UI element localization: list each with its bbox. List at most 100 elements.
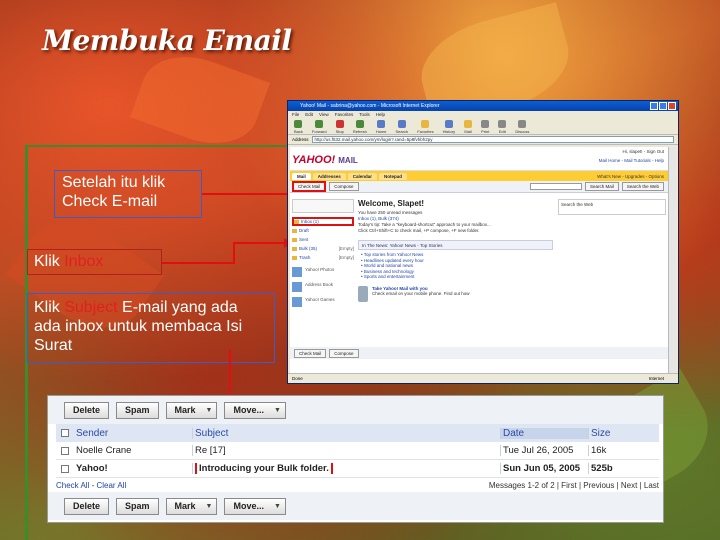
row-sender[interactable]: Yahoo! [74,463,192,474]
menu-file[interactable]: File [292,111,299,119]
yahoo-top-links[interactable]: Mail Home - Mail Tutorials - Help [599,158,664,164]
search-web-label: Search the Web [561,202,594,207]
search-button[interactable]: Search [396,119,408,134]
inbox-table-header: Sender Subject Date Size [56,424,659,442]
address-input[interactable]: http://us.f532.mail.yahoo.com/ym/login?.… [311,136,674,143]
forward-icon [315,119,324,128]
mark-label: Mark [174,500,196,511]
folder-icon [292,237,297,242]
callout-subject: Klik Subject E-mail yang ada ada inbox u… [27,293,275,363]
inbox-panel: Delete Spam Mark ▼ Move... ▼ Sender Subjec… [47,395,664,523]
folder-trash[interactable]: Trash [Empty] [292,253,354,262]
check-mail-button-bottom[interactable]: Check Mail [294,348,327,358]
ad-label: Address Book [305,282,334,287]
leaf-decoration [129,41,271,159]
news-header[interactable]: In The News: Yahoo! News - Top Stories [358,240,553,250]
slide-title: Membuka Email [42,24,292,57]
forward-button[interactable]: Forward [312,119,327,134]
folder-bulk[interactable]: Bulk (35) [Empty] [292,244,354,253]
news-stories: • Top stories from Yahoo! News • Headlin… [358,252,553,280]
back-button[interactable]: Back [294,119,303,134]
sender-column-header[interactable]: Sender [74,428,192,439]
favorites-label: Favorites [417,128,434,134]
tab-calendar[interactable]: Calendar [347,172,378,180]
menu-favorites[interactable]: Favorites [335,111,354,119]
close-icon[interactable] [668,102,676,110]
games-icon [292,297,302,307]
edit-button[interactable]: Edit [498,119,507,134]
row-subject[interactable]: Introducing your Bulk folder. [195,463,333,474]
delete-label: Delete [73,404,101,415]
search-mail-button[interactable]: Search Mail [585,182,619,191]
search-mail-input[interactable] [530,183,583,190]
discuss-button[interactable]: Discuss [515,119,529,134]
menu-help[interactable]: Help [376,111,385,119]
row-sender[interactable]: Noelle Crane [74,445,192,456]
tab-addresses[interactable]: Addresses [312,172,346,180]
tab-mail[interactable]: Mail [292,172,311,180]
folder-inbox[interactable]: Inbox (1) [292,217,354,226]
row-size: 16k [588,445,648,456]
maximize-icon[interactable] [659,102,667,110]
menu-edit[interactable]: Edit [305,111,313,119]
tabs-right-links[interactable]: What's New - Upgrades - Options [597,174,668,179]
spam-button[interactable]: Spam [116,401,159,419]
clear-all-link[interactable]: Clear All [96,481,126,490]
print-button[interactable]: Print [481,119,489,134]
delete-button-bottom[interactable]: Delete [64,497,110,515]
row-checkbox-cell [56,464,74,473]
mark-button[interactable]: Mark ▼ [165,401,218,419]
row-subject[interactable]: Re [17] [192,445,500,456]
spam-button-bottom[interactable]: Spam [116,497,159,515]
move-label: Move... [233,404,264,415]
date-column-header[interactable]: Date [500,427,588,439]
stop-button[interactable]: Stop [336,119,344,134]
folder-count[interactable]: [Empty] [339,255,354,260]
move-button-bottom[interactable]: Move... ▼ [224,497,286,515]
home-icon [377,119,386,128]
tab-notepad[interactable]: Notepad [379,172,408,180]
search-web-button[interactable]: Search the Web [621,182,664,191]
pagination[interactable]: Messages 1-2 of 2 | First | Previous | N… [489,481,659,490]
home-button[interactable]: Home [376,119,387,134]
folder-count[interactable]: [Empty] [339,246,354,251]
inbox-button-bar-bottom: Delete Spam Mark ▼ Move... ▼ [48,492,663,520]
compose-button-bottom[interactable]: Compose [329,348,359,358]
subject-column-header[interactable]: Subject [192,427,500,439]
row-checkbox[interactable] [61,464,69,473]
user-line[interactable]: Hi, slapet! - Sign Out [599,149,664,155]
spam-label: Spam [125,404,150,415]
table-row[interactable]: Yahoo! Introducing your Bulk folder. Sun… [56,460,659,478]
spam-label: Spam [125,500,150,511]
sidebar-ad[interactable]: Yahoo! Photos [292,267,354,277]
edit-icon [498,119,507,128]
compose-button[interactable]: Compose [329,182,359,191]
check-mail-button[interactable]: Check Mail [292,181,327,192]
folder-sent[interactable]: Sent [292,235,354,244]
sidebar-ad[interactable]: Yahoo! Games [292,297,354,307]
move-button[interactable]: Move... ▼ [224,401,286,419]
sidebar-ad[interactable]: Address Book [292,282,354,292]
yahoo-tabs: Mail Addresses Calendar Notepad What's N… [290,171,668,181]
minimize-icon[interactable] [650,102,658,110]
callout-inbox-word: Inbox [64,253,104,270]
row-checkbox[interactable] [61,446,69,455]
check-all-link[interactable]: Check All [56,481,89,490]
select-all-checkbox[interactable] [61,429,69,437]
folder-draft[interactable]: Draft [292,226,354,235]
yahoo-logo[interactable]: YAHOO! MAIL [292,154,358,166]
browser-menubar: File Edit View Favorites Tools Help [288,111,678,119]
delete-button[interactable]: Delete [64,401,110,419]
table-row[interactable]: Noelle Crane Re [17] Tue Jul 26, 2005 16… [56,442,659,460]
history-button[interactable]: History [443,119,455,134]
window-title: Yahoo! Mail - sabrina@yahoo.com - Micros… [300,103,440,109]
favorites-button[interactable]: Favorites [417,119,434,134]
menu-view[interactable]: View [319,111,329,119]
size-column-header[interactable]: Size [588,427,648,439]
page-scrollbar[interactable] [668,147,676,373]
mark-button-bottom[interactable]: Mark ▼ [165,497,218,515]
mail-button[interactable]: Mail [464,119,473,134]
refresh-button[interactable]: Refresh [353,119,367,134]
menu-tools[interactable]: Tools [359,111,370,119]
news-story[interactable]: • Sports and entertainment [361,274,553,280]
